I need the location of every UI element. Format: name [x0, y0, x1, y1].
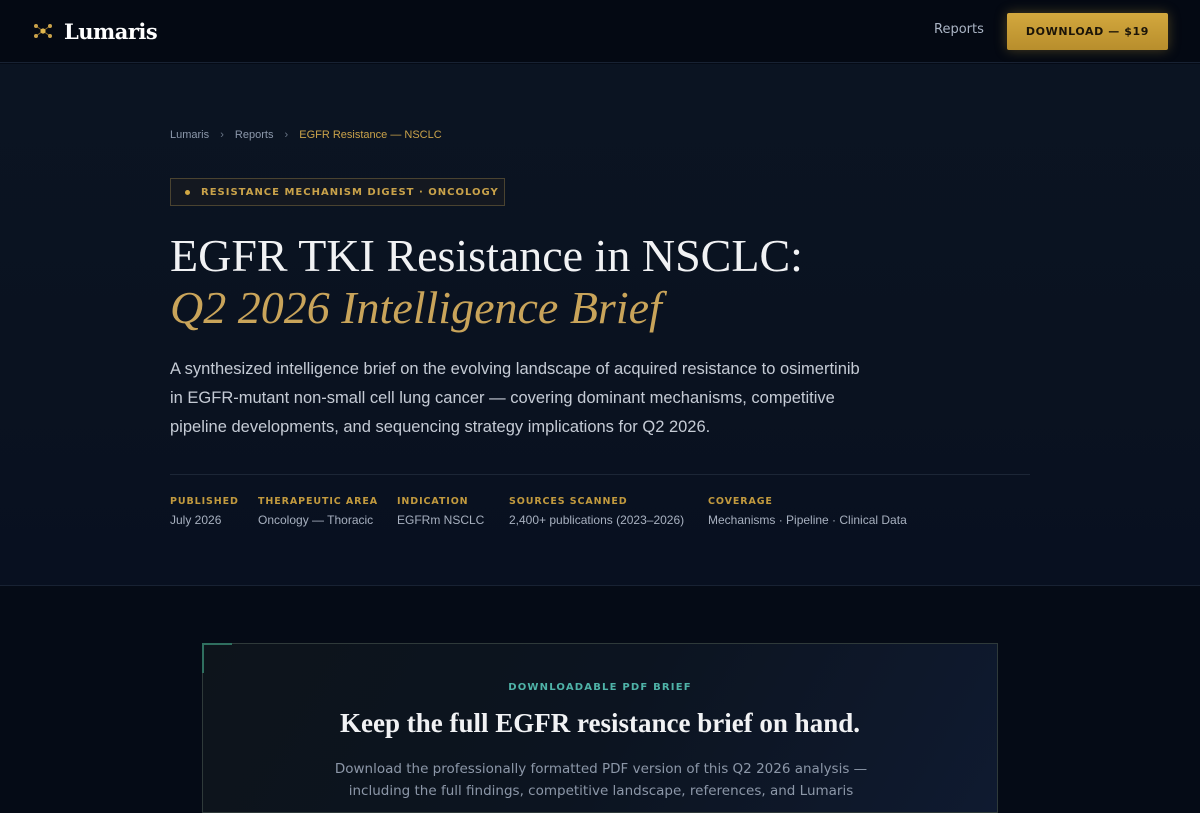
top-navigation-bar: Lumaris Reports DOWNLOAD — $19 [0, 0, 1200, 63]
brand-name: Lumaris [64, 18, 158, 44]
meta-label: SOURCES SCANNED [509, 496, 628, 507]
badge-dot-icon [185, 189, 190, 195]
download-button[interactable]: DOWNLOAD — $19 [1007, 13, 1168, 50]
meta-value: 2,400+ publications (2023–2026) [509, 513, 685, 527]
hero-section: Lumaris › Reports › EGFR Resistance — NS… [0, 64, 1200, 586]
badge-label: RESISTANCE MECHANISM DIGEST · ONCOLOGY [201, 186, 499, 198]
card-description: Download the professionally formatted PD… [334, 761, 868, 799]
meta-divider [170, 474, 1030, 475]
title-line-1: EGFR TKI Resistance in NSCLC: [170, 230, 803, 281]
download-card: DOWNLOADABLE PDF BRIEF Keep the full EGF… [202, 643, 998, 813]
card-eyebrow: DOWNLOADABLE PDF BRIEF [508, 682, 692, 693]
breadcrumb-current: EGFR Resistance — NSCLC [299, 129, 442, 141]
breadcrumb-separator: › [220, 129, 224, 141]
breadcrumb-item-lumaris[interactable]: Lumaris [170, 129, 209, 141]
meta-published: PUBLISHED July 2026 [170, 496, 239, 527]
meta-label: INDICATION [397, 496, 469, 507]
meta-value: Mechanisms · Pipeline · Clinical Data [708, 513, 907, 527]
card-corner-accent [202, 643, 232, 673]
nav-link-reports[interactable]: Reports [934, 22, 984, 37]
meta-label: PUBLISHED [170, 496, 239, 507]
breadcrumb: Lumaris › Reports › EGFR Resistance — NS… [170, 129, 442, 141]
meta-indication: INDICATION EGFRm NSCLC [397, 496, 484, 527]
meta-sources-scanned: SOURCES SCANNED 2,400+ publications (202… [509, 496, 684, 527]
meta-value: Oncology — Thoracic [258, 513, 374, 527]
page-title: EGFR TKI Resistance in NSCLC: Q2 2026 In… [170, 230, 1070, 334]
meta-value: July 2026 [170, 513, 222, 527]
breadcrumb-item-reports[interactable]: Reports [235, 129, 274, 141]
title-line-2: Q2 2026 Intelligence Brief [170, 282, 662, 333]
download-section: DOWNLOADABLE PDF BRIEF Keep the full EGF… [0, 587, 1200, 813]
breadcrumb-separator: › [284, 129, 289, 141]
intro-paragraph: A synthesized intelligence brief on the … [170, 360, 860, 436]
meta-coverage: COVERAGE Mechanisms · Pipeline · Clinica… [708, 496, 907, 527]
category-badge: RESISTANCE MECHANISM DIGEST · ONCOLOGY [170, 178, 505, 206]
meta-label: THERAPEUTIC AREA [258, 496, 378, 507]
meta-label: COVERAGE [708, 496, 773, 507]
constellation-icon [34, 24, 52, 38]
meta-value: EGFRm NSCLC [397, 513, 485, 527]
meta-therapeutic-area: THERAPEUTIC AREA Oncology — Thoracic [258, 496, 378, 527]
brand-logo[interactable]: Lumaris [33, 18, 158, 44]
card-heading: Keep the full EGFR resistance brief on h… [339, 708, 860, 738]
